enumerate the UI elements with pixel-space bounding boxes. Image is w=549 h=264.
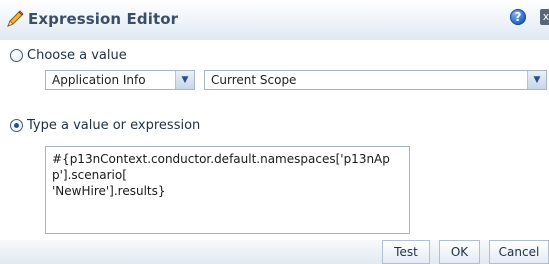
pencil-icon xyxy=(7,10,24,27)
scope-select[interactable]: Current Scope ▼ xyxy=(204,70,547,90)
expression-textarea[interactable]: #{p13nContext.conductor.default.namespac… xyxy=(45,146,410,234)
choose-value-option[interactable]: Choose a value xyxy=(10,48,127,63)
dialog-header: Expression Editor ? x xyxy=(0,0,549,40)
choose-value-radio[interactable] xyxy=(10,49,23,62)
close-icon[interactable]: x xyxy=(540,9,549,25)
ok-button[interactable]: OK xyxy=(439,240,480,264)
chevron-down-icon: ▼ xyxy=(175,71,194,89)
dialog-title: Expression Editor xyxy=(28,10,179,28)
application-info-select[interactable]: Application Info ▼ xyxy=(45,70,195,90)
choose-value-label: Choose a value xyxy=(27,48,127,63)
test-button[interactable]: Test xyxy=(382,240,430,264)
expression-label: Type a value or expression xyxy=(27,118,201,133)
scope-select-value: Current Scope xyxy=(211,73,297,87)
expression-radio[interactable] xyxy=(10,119,23,132)
application-info-select-value: Application Info xyxy=(52,73,146,87)
cancel-button[interactable]: Cancel xyxy=(489,240,549,264)
expression-option[interactable]: Type a value or expression xyxy=(10,118,200,133)
help-icon[interactable]: ? xyxy=(510,9,526,25)
chevron-down-icon: ▼ xyxy=(527,71,546,89)
